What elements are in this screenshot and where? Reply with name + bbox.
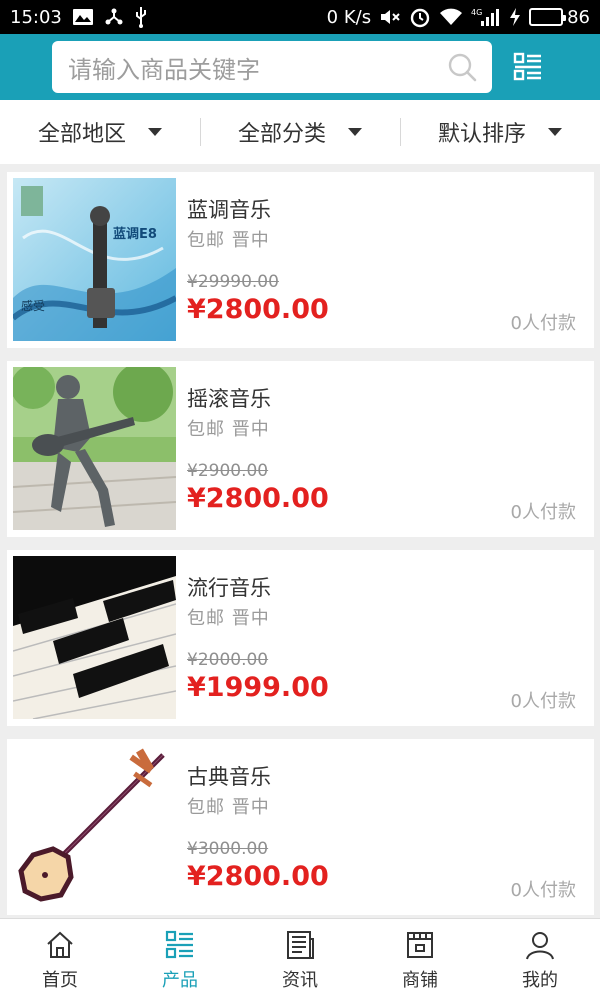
product-card[interactable]: 古典音乐 包邮 晋中 ¥3000.00 ¥2800.00 0人付款: [7, 739, 594, 915]
product-card[interactable]: 流行音乐 包邮 晋中 ¥2000.00 ¥1999.00 0人付款: [7, 550, 594, 726]
nav-news-label: 资讯: [282, 969, 318, 991]
search-input[interactable]: 请输入商品关键字: [52, 41, 492, 93]
product-price: ¥2800.00: [187, 861, 329, 892]
product-tags: 包邮 晋中: [187, 230, 270, 251]
filter-bar: 全部地区 全部分类 默认排序: [0, 100, 600, 164]
signal-type-label: 4G: [471, 8, 482, 17]
search-placeholder: 请输入商品关键字: [68, 55, 260, 84]
product-old-price: ¥2000.00: [187, 650, 269, 670]
status-time: 15:03: [10, 6, 62, 28]
product-price: ¥2800.00: [187, 483, 329, 514]
picture-notification-icon: [72, 8, 94, 26]
product-price: ¥2800.00: [187, 294, 329, 325]
product-name: 古典音乐: [187, 765, 271, 789]
battery-indicator: 86: [529, 7, 590, 28]
product-tags: 包邮 晋中: [187, 608, 270, 629]
product-list: 蓝调E8 感受 蓝调音乐 包邮 晋中 ¥29990.00 ¥2800.00 0人…: [7, 172, 594, 928]
filter-region[interactable]: 全部地区: [0, 100, 200, 164]
product-paid-count: 0人付款: [510, 502, 576, 523]
nav-shop[interactable]: 商铺: [360, 919, 480, 1000]
product-paid-count: 0人付款: [510, 313, 576, 334]
nav-home-label: 首页: [42, 969, 78, 991]
product-name: 蓝调音乐: [187, 198, 271, 222]
product-old-price: ¥29990.00: [187, 272, 279, 292]
shop-icon: [403, 928, 437, 962]
product-image-rock-statue[interactable]: [13, 367, 176, 530]
mute-icon: [379, 7, 401, 27]
cell-signal-icon: 4G: [471, 7, 501, 27]
nav-home[interactable]: 首页: [0, 919, 120, 1000]
chevron-down-icon: [348, 128, 362, 136]
product-image-piano[interactable]: [13, 556, 176, 719]
product-old-price: ¥3000.00: [187, 839, 269, 859]
product-card[interactable]: 摇滚音乐 包邮 晋中 ¥2900.00 ¥2800.00 0人付款: [7, 361, 594, 537]
cover-title-text: 蓝调E8: [113, 226, 157, 242]
share-notification-icon: [104, 7, 124, 27]
filter-category[interactable]: 全部分类: [200, 100, 400, 164]
filter-category-label: 全部分类: [237, 122, 326, 147]
chevron-down-icon: [148, 128, 162, 136]
product-tags: 包邮 晋中: [187, 419, 270, 440]
search-icon[interactable]: [446, 51, 478, 83]
news-icon: [283, 928, 317, 962]
nav-products-label: 产品: [162, 969, 198, 991]
home-icon: [43, 928, 77, 962]
product-image-sanxian[interactable]: [13, 745, 176, 908]
bottom-nav: 首页 产品 资讯 商铺 我的: [0, 918, 600, 1000]
wifi-icon: [439, 7, 463, 27]
filter-region-label: 全部地区: [37, 122, 126, 147]
nav-products[interactable]: 产品: [120, 919, 240, 1000]
product-tags: 包邮 晋中: [187, 797, 270, 818]
usb-icon: [134, 6, 148, 28]
nav-news[interactable]: 资讯: [240, 919, 360, 1000]
product-price: ¥1999.00: [187, 672, 329, 703]
product-name: 摇滚音乐: [187, 387, 271, 411]
charging-icon: [509, 7, 521, 27]
filter-sort-label: 默认排序: [437, 122, 526, 147]
cover-caption-text: 感受: [21, 298, 45, 313]
nav-shop-label: 商铺: [402, 969, 438, 991]
network-speed: 0 K/s: [326, 6, 372, 28]
chevron-down-icon: [548, 128, 562, 136]
category-menu-icon[interactable]: [510, 49, 546, 85]
battery-percent: 86: [567, 6, 590, 28]
product-card[interactable]: 蓝调E8 感受 蓝调音乐 包邮 晋中 ¥29990.00 ¥2800.00 0人…: [7, 172, 594, 348]
product-paid-count: 0人付款: [510, 880, 576, 901]
nav-profile[interactable]: 我的: [480, 919, 600, 1000]
product-image-blues-album[interactable]: 蓝调E8 感受: [13, 178, 176, 341]
product-old-price: ¥2900.00: [187, 461, 269, 481]
list-icon: [163, 928, 197, 962]
filter-sort[interactable]: 默认排序: [400, 100, 600, 164]
product-paid-count: 0人付款: [510, 691, 576, 712]
user-icon: [523, 928, 557, 962]
header: 请输入商品关键字: [0, 34, 600, 100]
alarm-icon: [409, 6, 431, 28]
product-name: 流行音乐: [187, 576, 271, 600]
status-bar: 15:03 0 K/s 4G 86: [0, 0, 600, 34]
nav-profile-label: 我的: [522, 969, 558, 991]
